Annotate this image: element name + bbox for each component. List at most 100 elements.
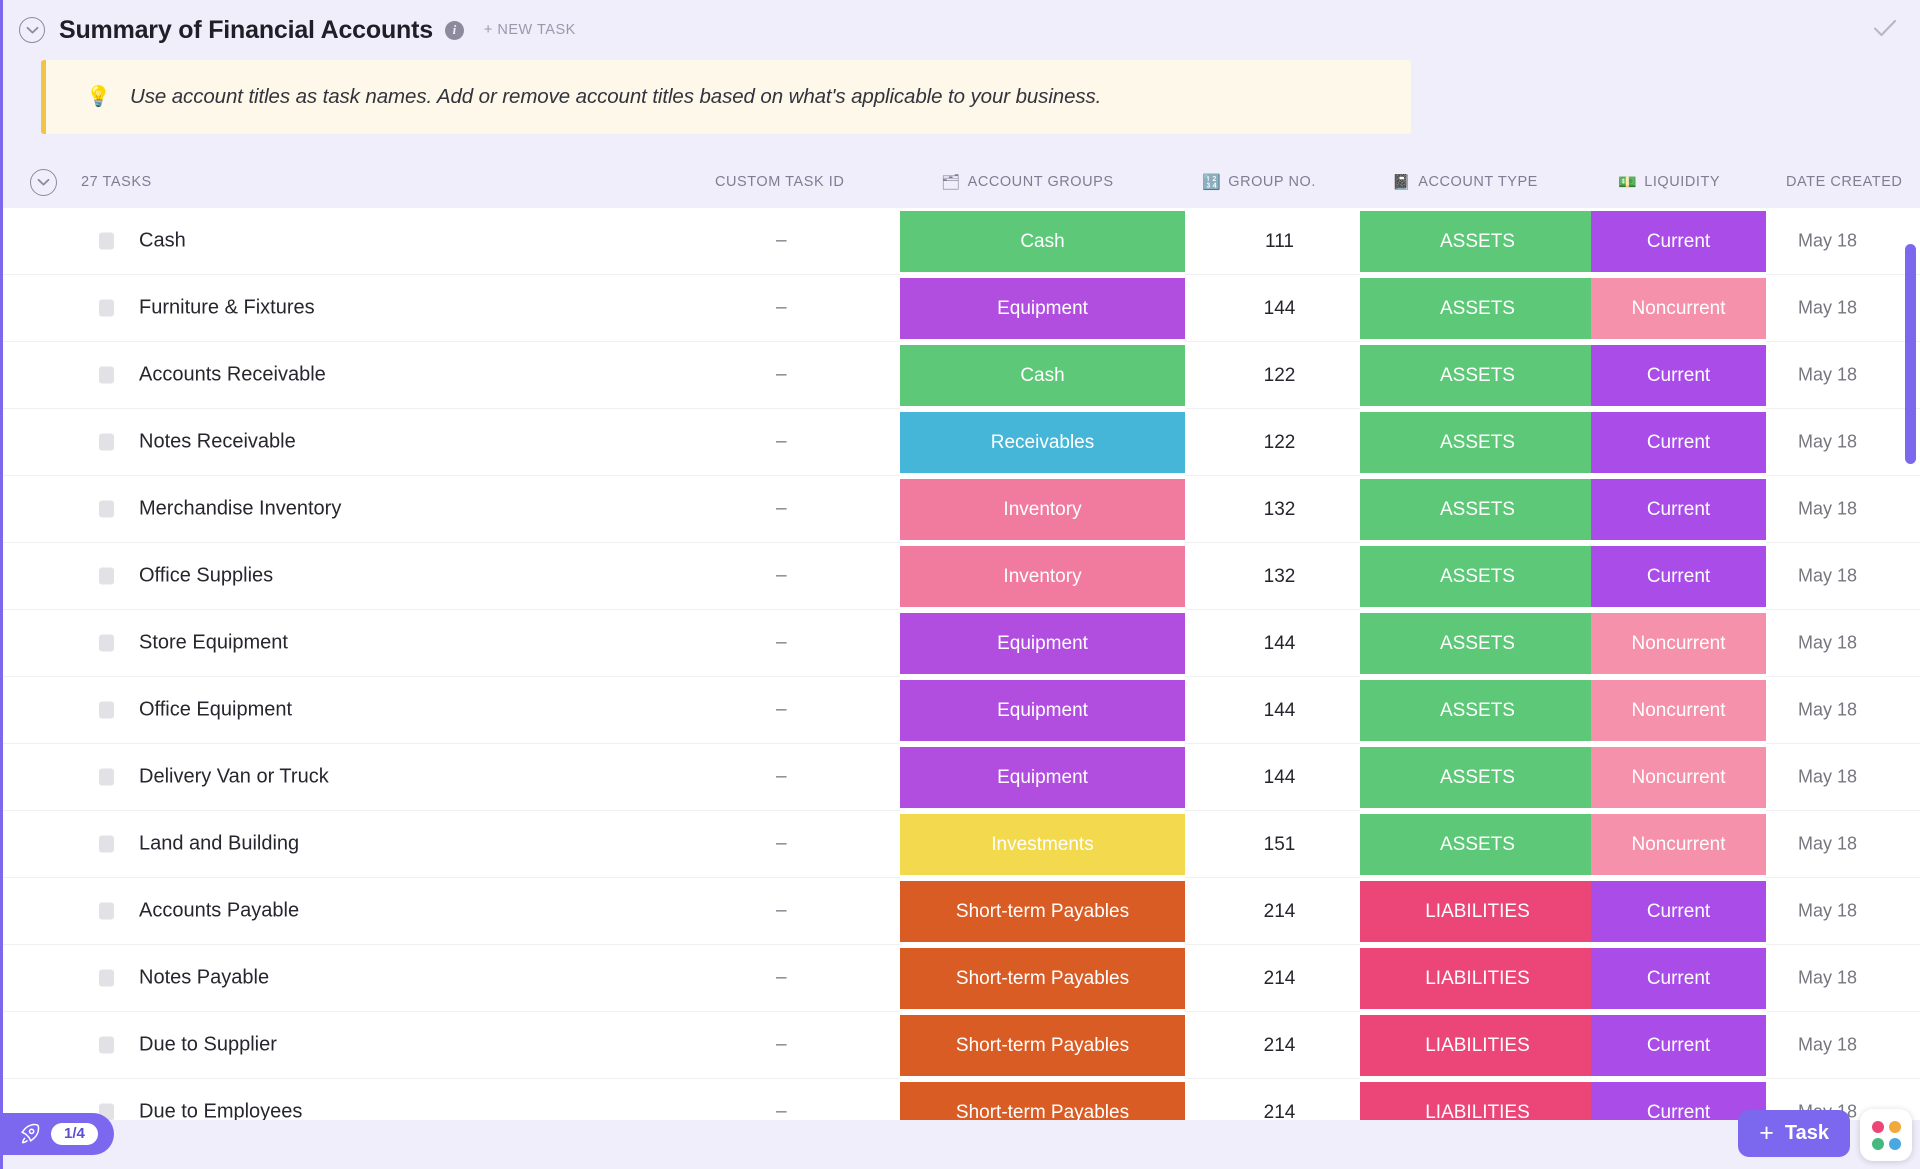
account-group-tag[interactable]: Inventory <box>900 546 1185 610</box>
liquidity-tag[interactable]: Current <box>1591 1015 1766 1079</box>
row-checkbox[interactable] <box>99 902 114 920</box>
row-checkbox[interactable] <box>99 567 114 585</box>
task-name[interactable]: Store Equipment <box>139 632 288 655</box>
table-row[interactable]: Office Supplies – Inventory 132 ASSETS Curren… <box>3 543 1920 610</box>
row-checkbox[interactable] <box>99 1036 114 1054</box>
account-type-tag[interactable]: ASSETS <box>1360 211 1595 275</box>
account-type-tag[interactable]: ASSETS <box>1360 412 1595 476</box>
row-checkbox[interactable] <box>99 768 114 786</box>
add-task-button[interactable]: + Task <box>1738 1110 1850 1157</box>
task-name[interactable]: Merchandise Inventory <box>139 498 341 521</box>
table-row[interactable]: Cash – Cash 111 ASSETS Current May 18 <box>3 208 1920 275</box>
account-type-tag[interactable]: LIABILITIES <box>1360 1082 1595 1120</box>
tip-banner: 💡 Use account titles as task names. Add … <box>41 60 1411 134</box>
apps-grid-button[interactable] <box>1860 1109 1912 1161</box>
check-icon[interactable] <box>1872 18 1898 43</box>
task-name[interactable]: Notes Receivable <box>139 431 296 454</box>
row-checkbox[interactable] <box>99 433 114 451</box>
row-checkbox[interactable] <box>99 634 114 652</box>
task-name[interactable]: Accounts Receivable <box>139 364 326 387</box>
table-row[interactable]: Land and Building – Investments 151 ASSETS No… <box>3 811 1920 878</box>
row-checkbox[interactable] <box>99 500 114 518</box>
account-group-tag[interactable]: Equipment <box>900 747 1185 811</box>
table-row[interactable]: Due to Supplier – Short-term Payables 214 LI… <box>3 1012 1920 1079</box>
account-type-tag[interactable]: LIABILITIES <box>1360 948 1595 1012</box>
account-type-tag[interactable]: ASSETS <box>1360 613 1595 677</box>
collapse-view-button[interactable] <box>19 17 45 43</box>
collapse-group-button[interactable] <box>30 168 57 196</box>
table-row[interactable]: Due to Employees – Short-term Payables 214 L… <box>3 1079 1920 1120</box>
account-group-tag[interactable]: Inventory <box>900 479 1185 543</box>
row-checkbox[interactable] <box>99 835 114 853</box>
account-type-tag[interactable]: ASSETS <box>1360 814 1595 878</box>
column-header-group-no[interactable]: 🔢 GROUP NO. <box>1202 173 1316 191</box>
account-type-tag[interactable]: ASSETS <box>1360 479 1595 543</box>
info-icon[interactable]: i <box>444 20 464 40</box>
table-row[interactable]: Notes Payable – Short-term Payables 214 LIAB… <box>3 945 1920 1012</box>
account-group-tag[interactable]: Equipment <box>900 680 1185 744</box>
liquidity-tag[interactable]: Current <box>1591 881 1766 945</box>
table-row[interactable]: Delivery Van or Truck – Equipment 144 ASSETS… <box>3 744 1920 811</box>
column-header-custom-task-id[interactable]: CUSTOM TASK ID <box>715 174 844 190</box>
table-row[interactable]: Accounts Payable – Short-term Payables 214 L… <box>3 878 1920 945</box>
column-header-date-created[interactable]: DATE CREATED <box>1786 174 1902 190</box>
column-header-liquidity[interactable]: 💵 LIQUIDITY <box>1618 173 1720 191</box>
liquidity-tag[interactable]: Current <box>1591 546 1766 610</box>
account-type-tag[interactable]: ASSETS <box>1360 278 1595 342</box>
column-header-account-groups[interactable]: 🗂 ACCOUNT GROUPS <box>941 173 1114 191</box>
account-type-tag[interactable]: ASSETS <box>1360 546 1595 610</box>
liquidity-tag[interactable]: Current <box>1591 412 1766 476</box>
table-row[interactable]: Office Equipment – Equipment 144 ASSETS Noncu… <box>3 677 1920 744</box>
liquidity-tag[interactable]: Current <box>1591 479 1766 543</box>
task-name[interactable]: Office Supplies <box>139 565 273 588</box>
task-name[interactable]: Accounts Payable <box>139 900 299 923</box>
row-checkbox[interactable] <box>99 299 114 317</box>
row-checkbox[interactable] <box>99 969 114 987</box>
task-name[interactable]: Due to Supplier <box>139 1034 277 1057</box>
task-name[interactable]: Cash <box>139 230 186 253</box>
account-type-tag[interactable]: ASSETS <box>1360 680 1595 744</box>
row-checkbox[interactable] <box>99 232 114 250</box>
column-header-account-type[interactable]: 📓 ACCOUNT TYPE <box>1392 173 1538 191</box>
account-group-tag[interactable]: Cash <box>900 211 1185 275</box>
account-group-tag[interactable]: Receivables <box>900 412 1185 476</box>
account-group-tag[interactable]: Cash <box>900 345 1185 409</box>
row-checkbox[interactable] <box>99 701 114 719</box>
account-group-tag[interactable]: Equipment <box>900 613 1185 677</box>
task-name[interactable]: Delivery Van or Truck <box>139 766 329 789</box>
account-group-tag[interactable]: Short-term Payables <box>900 948 1185 1012</box>
account-type-tag[interactable]: LIABILITIES <box>1360 1015 1595 1079</box>
account-group-tag[interactable]: Equipment <box>900 278 1185 342</box>
table-row[interactable]: Merchandise Inventory – Inventory 132 ASSETS… <box>3 476 1920 543</box>
vertical-scrollbar[interactable] <box>1905 244 1916 464</box>
account-type-tag[interactable]: ASSETS <box>1360 747 1595 811</box>
onboarding-progress-pill[interactable]: 1/4 <box>3 1113 114 1155</box>
group-number: 214 <box>1263 900 1296 922</box>
liquidity-tag[interactable]: Noncurrent <box>1591 278 1766 342</box>
liquidity-tag[interactable]: Noncurrent <box>1591 613 1766 677</box>
table-row[interactable]: Accounts Receivable – Cash 122 ASSETS Current… <box>3 342 1920 409</box>
liquidity-tag[interactable]: Current <box>1591 948 1766 1012</box>
table-row[interactable]: Notes Receivable – Receivables 122 ASSETS Cur… <box>3 409 1920 476</box>
task-name[interactable]: Furniture & Fixtures <box>139 297 315 320</box>
liquidity-tag[interactable]: Noncurrent <box>1591 680 1766 744</box>
table-row[interactable]: Store Equipment – Equipment 144 ASSETS Noncur… <box>3 610 1920 677</box>
account-type-tag[interactable]: LIABILITIES <box>1360 881 1595 945</box>
task-name[interactable]: Due to Employees <box>139 1101 302 1121</box>
liquidity-tag[interactable]: Noncurrent <box>1591 747 1766 811</box>
liquidity-tag[interactable]: Current <box>1591 345 1766 409</box>
liquidity-tag[interactable]: Current <box>1591 211 1766 275</box>
task-name[interactable]: Office Equipment <box>139 699 292 722</box>
liquidity-tag[interactable]: Noncurrent <box>1591 814 1766 878</box>
account-group-tag[interactable]: Short-term Payables <box>900 1015 1185 1079</box>
row-checkbox[interactable] <box>99 366 114 384</box>
account-type-tag[interactable]: ASSETS <box>1360 345 1595 409</box>
task-name[interactable]: Notes Payable <box>139 967 269 990</box>
new-task-button[interactable]: + NEW TASK <box>484 22 576 38</box>
column-header-tasks[interactable]: 27 TASKS <box>81 174 152 190</box>
task-name[interactable]: Land and Building <box>139 833 299 856</box>
account-group-tag[interactable]: Investments <box>900 814 1185 878</box>
table-row[interactable]: Furniture & Fixtures – Equipment 144 ASSETS N… <box>3 275 1920 342</box>
account-group-tag[interactable]: Short-term Payables <box>900 1082 1185 1120</box>
account-group-tag[interactable]: Short-term Payables <box>900 881 1185 945</box>
